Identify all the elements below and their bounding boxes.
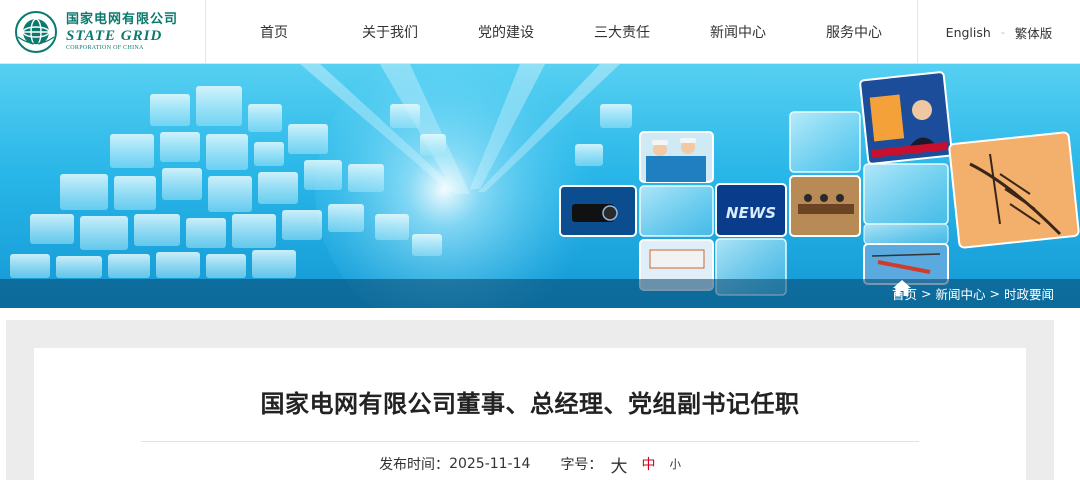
breadcrumb-separator: >: [989, 286, 1000, 301]
breadcrumb-bar: 首页 > 新闻中心 > 时政要闻: [0, 279, 1080, 308]
logo-subtitle: CORPORATION OF CHINA: [66, 45, 144, 51]
nav-service-center[interactable]: 服务中心: [796, 0, 912, 64]
publish-date: 2025-11-14: [449, 456, 531, 472]
breadcrumb: 首页 > 新闻中心 > 时政要闻: [892, 279, 1054, 308]
publish-time-label: 发布时间：: [379, 457, 450, 473]
font-size-label: 字号：: [560, 457, 603, 473]
lang-english-link[interactable]: English: [946, 25, 991, 40]
hero-banner: NEWS > 新闻中心 > 时政要闻: [0, 64, 1080, 308]
nav-news-center[interactable]: 新闻中心: [680, 0, 796, 64]
nav-home[interactable]: 首页: [216, 0, 332, 64]
font-size-medium-button[interactable]: 中: [641, 454, 655, 474]
lang-traditional-link[interactable]: 繁体版: [1015, 23, 1053, 42]
article-title: 国家电网有限公司董事、总经理、党组副书记任职: [260, 390, 800, 418]
article-card: 国家电网有限公司董事、总经理、党组副书记任职 发布时间： 2025-11-14 …: [34, 348, 1026, 480]
font-size-large-button[interactable]: 大: [610, 452, 627, 477]
logo-chinese-name: 国家电网有限公司: [66, 12, 179, 27]
logo-english-name: STATE GRID: [66, 28, 163, 44]
breadcrumb-current-politics[interactable]: 时政要闻: [1004, 284, 1054, 303]
globe-emblem-icon: [15, 11, 57, 53]
header-divider: [205, 0, 206, 64]
breadcrumb-separator: >: [921, 286, 932, 301]
media-tiles: NEWS: [559, 71, 1080, 296]
main-nav: 首页 关于我们 党的建设 三大责任 新闻中心 服务中心: [216, 0, 916, 64]
site-header: 国家电网有限公司 STATE GRID CORPORATION OF CHINA…: [0, 0, 1080, 64]
nav-party-building[interactable]: 党的建设: [448, 0, 564, 64]
title-divider: [141, 441, 919, 442]
home-icon[interactable]: [892, 279, 912, 297]
article-meta: 发布时间： 2025-11-14 字号： 大 中 小: [34, 452, 1026, 477]
breadcrumb-news-center[interactable]: 新闻中心: [935, 284, 985, 303]
news-tile-label: NEWS: [726, 204, 776, 222]
nav-about-us[interactable]: 关于我们: [332, 0, 448, 64]
nav-three-responsibilities[interactable]: 三大责任: [564, 0, 680, 64]
banner-artwork: NEWS: [10, 64, 1080, 308]
lang-separator: -: [1000, 25, 1005, 39]
font-size-small-button[interactable]: 小: [669, 456, 681, 472]
language-switcher: English - 繁体版: [918, 0, 1080, 64]
state-grid-logo[interactable]: 国家电网有限公司 STATE GRID CORPORATION OF CHINA: [14, 8, 204, 56]
